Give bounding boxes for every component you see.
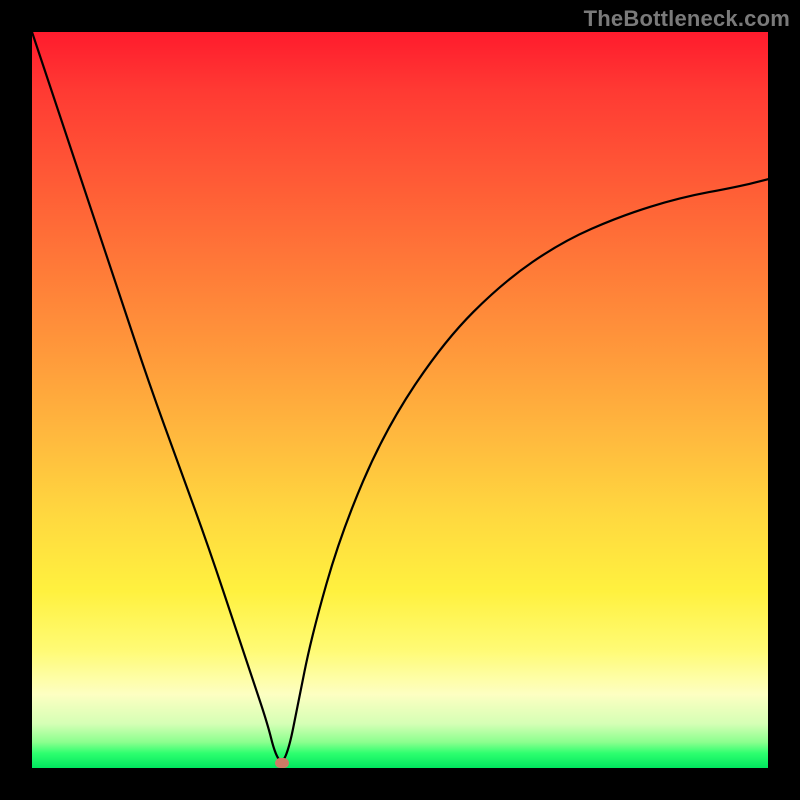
optimum-marker — [275, 758, 289, 768]
bottleneck-curve — [32, 32, 768, 768]
watermark: TheBottleneck.com — [584, 6, 790, 32]
chart-frame: TheBottleneck.com — [0, 0, 800, 800]
plot-area — [32, 32, 768, 768]
